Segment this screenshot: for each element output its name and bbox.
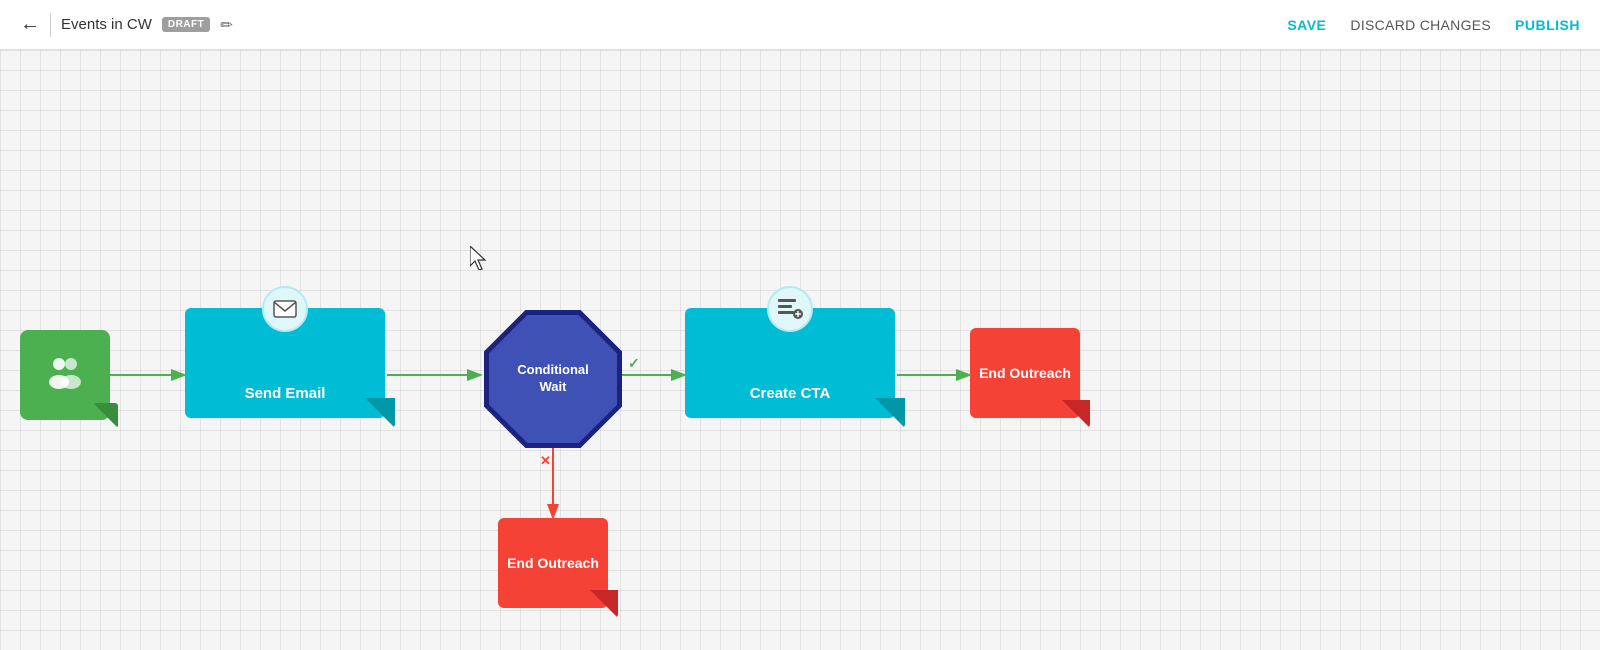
end-outreach-right-label: End Outreach [979, 364, 1071, 382]
end-outreach-right-node[interactable]: End Outreach [970, 328, 1080, 418]
header-divider [50, 13, 51, 37]
page-title: Events in CW [61, 16, 152, 33]
discard-button[interactable]: DISCARD CHANGES [1350, 17, 1491, 33]
header-left: ← Events in CW DRAFT ✏ [20, 13, 233, 37]
end-outreach-bottom-node[interactable]: End Outreach [498, 518, 608, 608]
create-cta-label: Create CTA [750, 385, 831, 402]
save-button[interactable]: SAVE [1287, 17, 1326, 33]
back-icon: ← [20, 13, 40, 36]
edit-icon[interactable]: ✏ [220, 16, 233, 34]
people-icon [45, 354, 85, 397]
send-email-label: Send Email [245, 385, 326, 402]
mouse-cursor [470, 246, 490, 270]
start-node[interactable] [20, 330, 110, 420]
draft-badge: DRAFT [162, 17, 210, 32]
octagon-inner: ConditionalWait [489, 315, 617, 443]
create-cta-icon-circle [767, 286, 813, 332]
publish-button[interactable]: PUBLISH [1515, 17, 1580, 33]
end-outreach-bottom-label: End Outreach [507, 554, 599, 572]
workflow-canvas[interactable]: ✓ ✕ Send Email [0, 50, 1600, 650]
header: ← Events in CW DRAFT ✏ SAVE DISCARD CHAN… [0, 0, 1600, 50]
send-email-icon-circle [262, 286, 308, 332]
create-cta-node[interactable]: Create CTA [685, 308, 895, 418]
header-right: SAVE DISCARD CHANGES PUBLISH [1287, 17, 1580, 33]
conditional-wait-node[interactable]: ConditionalWait [476, 302, 630, 456]
back-button[interactable]: ← [20, 13, 40, 36]
conditional-wait-label: ConditionalWait [517, 362, 589, 396]
send-email-node[interactable]: Send Email [185, 308, 385, 418]
